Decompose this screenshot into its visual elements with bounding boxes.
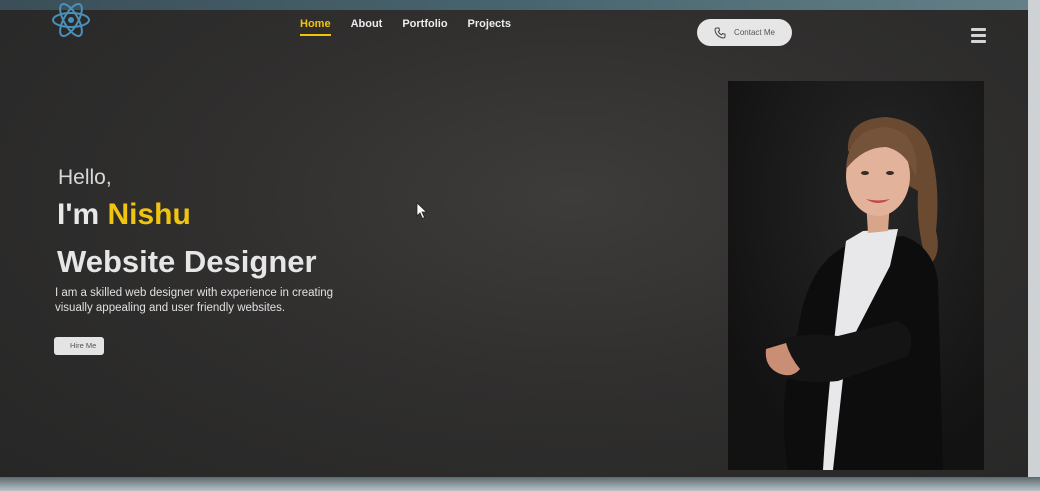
intro-heading: I'm Nishu (57, 198, 191, 232)
role-heading: Website Designer (57, 244, 317, 279)
react-atom-icon[interactable] (50, 2, 92, 38)
hamburger-menu-icon[interactable] (971, 28, 986, 44)
nav-item-about[interactable]: About (351, 18, 383, 36)
phone-icon (714, 27, 726, 39)
monitor-top-edge (0, 0, 1040, 10)
contact-me-label: Contact Me (734, 28, 775, 37)
person-name: Nishu (107, 198, 191, 231)
greeting-text: Hello, (58, 166, 112, 189)
hire-me-button[interactable]: Hire Me (54, 337, 104, 355)
profile-photo (728, 81, 984, 470)
main-nav: Home About Portfolio Projects (300, 18, 511, 36)
nav-item-portfolio[interactable]: Portfolio (402, 18, 447, 36)
intro-prefix: I'm (57, 198, 108, 231)
mouse-cursor-icon (416, 202, 428, 220)
hero-description: I am a skilled web designer with experie… (55, 287, 334, 314)
contact-me-button[interactable]: Contact Me (697, 19, 792, 46)
nav-item-projects[interactable]: Projects (468, 18, 511, 36)
monitor-bottom-edge (0, 477, 1040, 491)
monitor-right-edge (1028, 0, 1040, 491)
browser-viewport: Home About Portfolio Projects Contact Me… (0, 0, 1040, 491)
nav-item-home[interactable]: Home (300, 18, 331, 36)
